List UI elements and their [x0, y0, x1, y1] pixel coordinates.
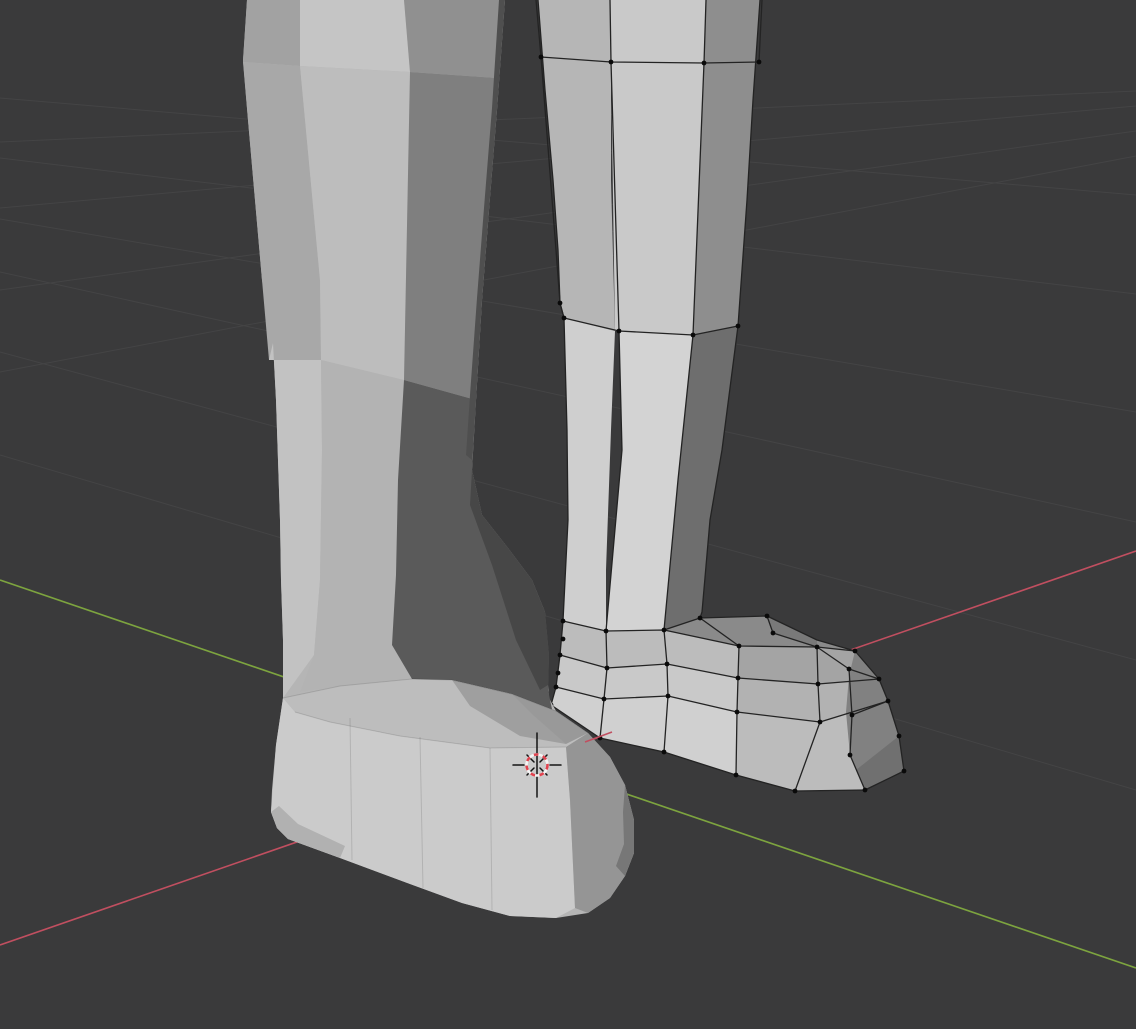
vertex-dot[interactable] — [886, 699, 891, 704]
vertex-dot[interactable] — [737, 644, 742, 649]
vertex-dot[interactable] — [877, 677, 882, 682]
vertex-dot[interactable] — [850, 713, 855, 718]
vertex-dot[interactable] — [558, 301, 563, 306]
mesh-face[interactable] — [404, 0, 505, 78]
vertex-dot[interactable] — [554, 685, 559, 690]
vertex-dot[interactable] — [734, 773, 739, 778]
vertex-dot[interactable] — [617, 329, 622, 334]
vertex-dot[interactable] — [561, 637, 566, 642]
vertex-dot[interactable] — [735, 710, 740, 715]
vertex-dot[interactable] — [848, 753, 853, 758]
vertex-dot[interactable] — [662, 628, 667, 633]
blender-3d-viewport[interactable] — [0, 0, 1136, 1029]
vertex-dot[interactable] — [736, 324, 741, 329]
vertex-dot[interactable] — [698, 616, 703, 621]
vertex-dot[interactable] — [816, 682, 821, 687]
vertex-dot[interactable] — [815, 645, 820, 650]
vertex-dot[interactable] — [561, 619, 566, 624]
mesh-face[interactable] — [243, 0, 300, 66]
vertex-dot[interactable] — [605, 666, 610, 671]
viewport-canvas[interactable] — [0, 0, 1136, 1029]
vertex-dot[interactable] — [897, 734, 902, 739]
vertex-dot[interactable] — [609, 60, 614, 65]
vertex-dot[interactable] — [818, 720, 823, 725]
vertex-dot[interactable] — [736, 676, 741, 681]
vertex-dot[interactable] — [847, 667, 852, 672]
vertex-dot[interactable] — [793, 789, 798, 794]
vertex-dot[interactable] — [853, 649, 858, 654]
vertex-dot[interactable] — [602, 697, 607, 702]
vertex-dot[interactable] — [539, 55, 544, 60]
mesh-face[interactable] — [610, 0, 706, 335]
vertex-dot[interactable] — [702, 61, 707, 66]
vertex-dot[interactable] — [662, 750, 667, 755]
vertex-dot[interactable] — [556, 671, 561, 676]
vertex-dot[interactable] — [902, 769, 907, 774]
vertex-dot[interactable] — [562, 316, 567, 321]
vertex-dot[interactable] — [604, 629, 609, 634]
vertex-dot[interactable] — [691, 333, 696, 338]
mesh-face[interactable] — [300, 0, 410, 72]
vertex-dot[interactable] — [665, 662, 670, 667]
vertex-dot[interactable] — [863, 788, 868, 793]
vertex-dot[interactable] — [771, 631, 776, 636]
vertex-dot[interactable] — [765, 614, 770, 619]
vertex-dot[interactable] — [558, 653, 563, 658]
vertex-dot[interactable] — [666, 694, 671, 699]
vertex-dot[interactable] — [757, 60, 762, 65]
